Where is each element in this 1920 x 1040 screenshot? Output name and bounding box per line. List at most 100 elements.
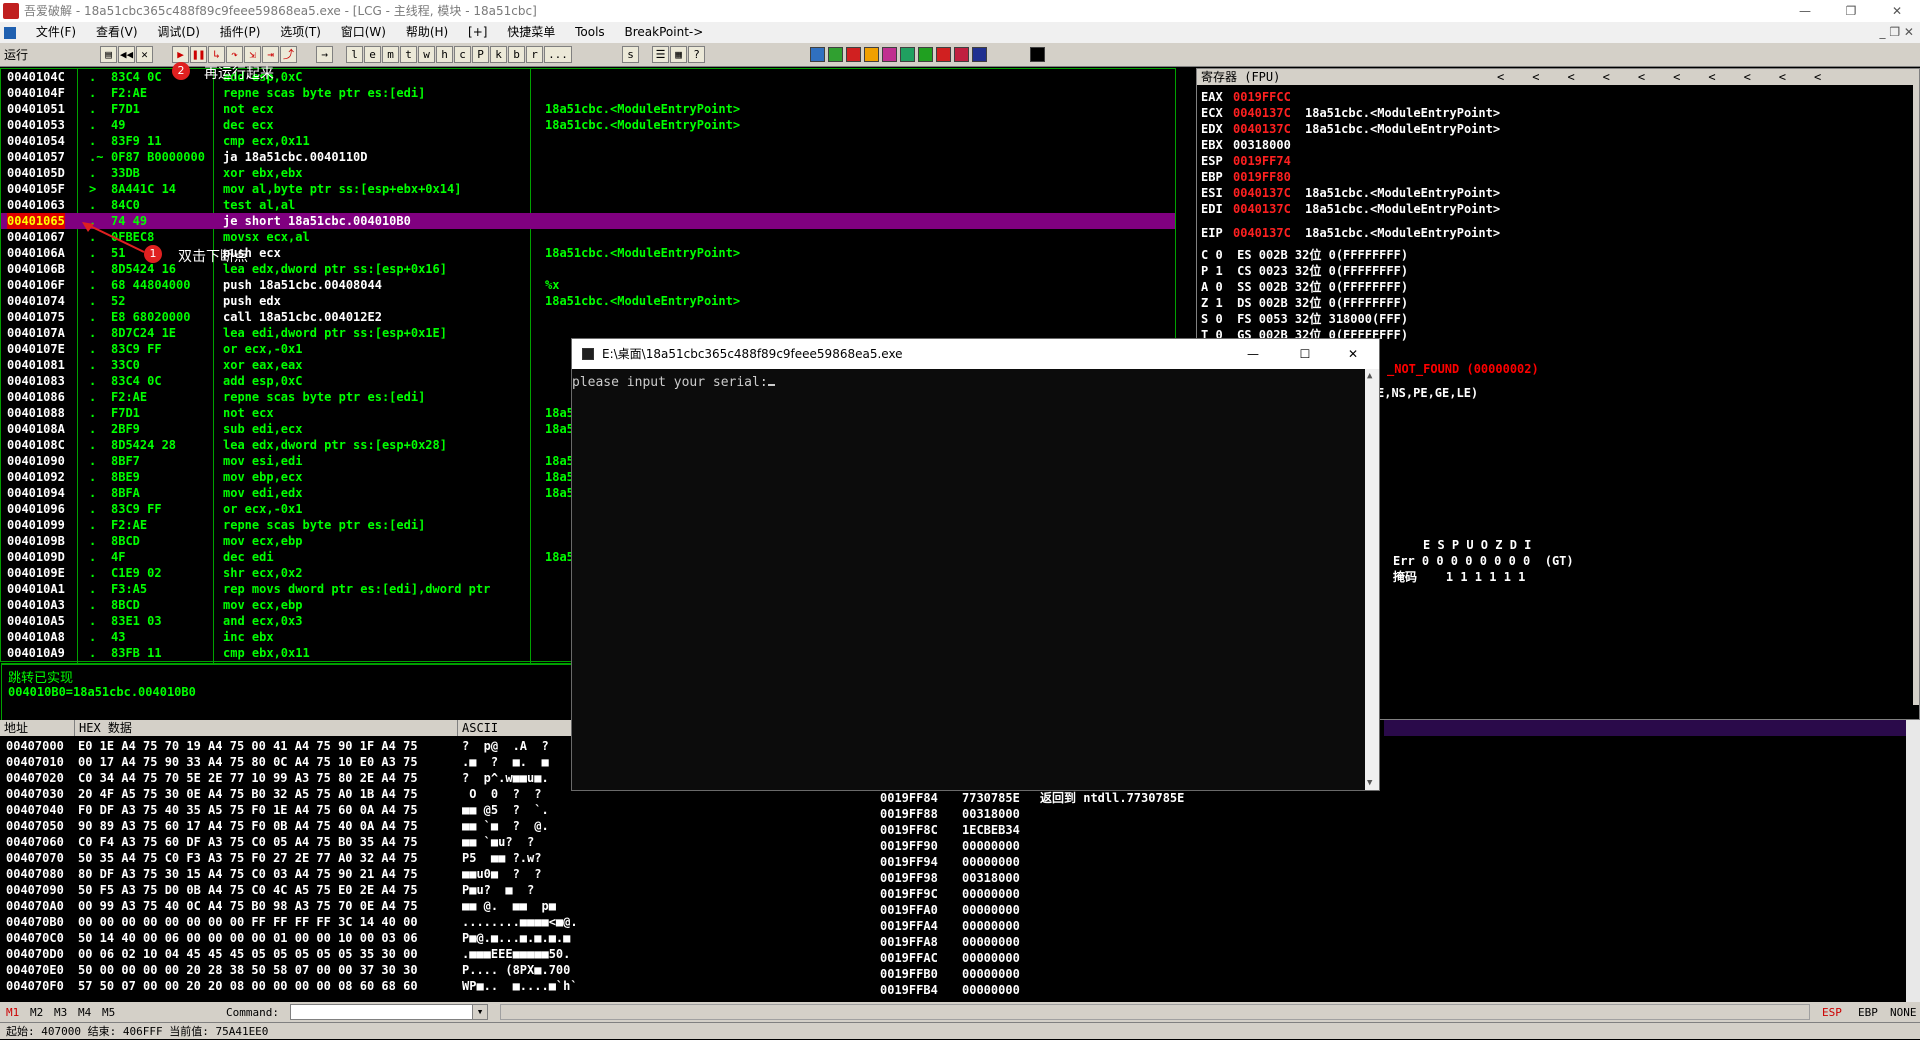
- references-button[interactable]: r: [526, 46, 543, 63]
- register-value[interactable]: 0040137C: [1233, 105, 1291, 121]
- dump-hex[interactable]: 50 35 A4 75 C0 F3 A3 75 F0 27 2E 77 A0 3…: [78, 850, 418, 866]
- esp-button[interactable]: ESP: [1822, 1006, 1842, 1019]
- mdi-controls[interactable]: _ ❐ ✕: [1880, 22, 1914, 43]
- menu-breakpoint[interactable]: BreakPoint->: [617, 22, 712, 43]
- console-maximize-icon[interactable]: ☐: [1285, 339, 1325, 369]
- goto-icon[interactable]: →: [316, 46, 333, 63]
- console-minimize-icon[interactable]: —: [1233, 339, 1273, 369]
- mark-m1[interactable]: M1: [6, 1006, 19, 1019]
- threads-button[interactable]: t: [400, 46, 417, 63]
- menu-debug[interactable]: 调试(D): [149, 22, 208, 43]
- register-value[interactable]: 0019FFCC: [1233, 89, 1291, 105]
- console-window[interactable]: E:\桌面\18a51cbc365c488f89c9feee59868ea5.e…: [571, 338, 1380, 791]
- help-icon[interactable]: ?: [688, 46, 705, 63]
- disassembly-row[interactable]: 0040104F. F2:AE repne scas byte ptr es:[ed…: [1, 85, 1175, 101]
- minimize-icon[interactable]: —: [1782, 0, 1828, 22]
- dump-hex[interactable]: F0 DF A3 75 40 35 A5 75 F0 1E A4 75 60 0…: [78, 802, 418, 818]
- trace-into-icon[interactable]: ⇲: [244, 46, 261, 63]
- none-button[interactable]: NONE: [1890, 1006, 1917, 1019]
- cpu-button[interactable]: c: [454, 46, 471, 63]
- disassembly-row[interactable]: 0040105F >8A441C 14 mov al,byte ptr ss:[es…: [1, 181, 1175, 197]
- command-input[interactable]: [290, 1004, 488, 1020]
- dump-hex[interactable]: 50 00 00 00 00 20 28 38 50 58 07 00 00 3…: [78, 962, 418, 978]
- open-icon[interactable]: ▤: [100, 46, 117, 63]
- dump-hex[interactable]: C0 F4 A3 75 60 DF A3 75 C0 05 A4 75 B0 3…: [78, 834, 418, 850]
- menu-plus[interactable]: [+]: [460, 22, 495, 43]
- memory-map-button[interactable]: m: [382, 46, 399, 63]
- mark-m5[interactable]: M5: [102, 1006, 115, 1019]
- run-icon[interactable]: ▶: [172, 46, 189, 63]
- register-value[interactable]: 0019FF80: [1233, 169, 1291, 185]
- plugin-icon-1[interactable]: [810, 47, 825, 62]
- dump-hex[interactable]: 50 F5 A3 75 D0 0B A4 75 C0 4C A5 75 E0 2…: [78, 882, 418, 898]
- trace-over-icon[interactable]: ⇥: [262, 46, 279, 63]
- chevron-down-icon[interactable]: ▾: [472, 1004, 488, 1020]
- flag-row[interactable]: Z 1 DS 002B 32位 0(FFFFFFFF): [1201, 295, 1408, 311]
- disassembly-row[interactable]: 00401054. 83F9 11 cmp ecx,0x11: [1, 133, 1175, 149]
- menu-plugins[interactable]: 插件(P): [212, 22, 269, 43]
- call-stack-button[interactable]: k: [490, 46, 507, 63]
- dump-hex[interactable]: 57 50 07 00 00 20 20 08 00 00 00 00 08 6…: [78, 978, 418, 994]
- menu-view[interactable]: 查看(V): [88, 22, 146, 43]
- executable-modules-button[interactable]: e: [364, 46, 381, 63]
- list-icon[interactable]: ☰: [652, 46, 669, 63]
- close-file-icon[interactable]: ✕: [136, 46, 153, 63]
- stack-value[interactable]: 00318000: [962, 870, 1020, 886]
- menu-window[interactable]: 窗口(W): [333, 22, 394, 43]
- pause-icon[interactable]: ❚❚: [190, 46, 207, 63]
- disassembly-row[interactable]: 00401063. 84C0 test al,al: [1, 197, 1175, 213]
- maximize-icon[interactable]: ❐: [1828, 0, 1874, 22]
- disassembly-row[interactable]: 00401051. F7D1 not ecx 18a51cbc.<ModuleEntr…: [1, 101, 1175, 117]
- disassembly-row[interactable]: 0040106F. 68 44804000 push 18a51cbc.004080…: [1, 277, 1175, 293]
- ebp-button[interactable]: EBP: [1858, 1006, 1878, 1019]
- plugin-icon-2[interactable]: [828, 47, 843, 62]
- step-into-icon[interactable]: ↳: [208, 46, 225, 63]
- stack-value[interactable]: 7730785E: [962, 790, 1020, 806]
- rewind-icon[interactable]: ◀◀: [118, 46, 135, 63]
- scroll-up-icon[interactable]: ▲: [1367, 371, 1372, 381]
- register-value[interactable]: 0019FF74: [1233, 153, 1291, 169]
- plugin-icon-3[interactable]: [846, 47, 861, 62]
- plugin-icon-6[interactable]: [900, 47, 915, 62]
- registers-scrollbar[interactable]: [1913, 85, 1919, 705]
- flag-row[interactable]: A 0 SS 002B 32位 0(FFFFFFFF): [1201, 279, 1408, 295]
- dump-header-address[interactable]: 地址: [0, 720, 75, 736]
- plugin-icon-4[interactable]: [864, 47, 879, 62]
- menu-options[interactable]: 选项(T): [272, 22, 329, 43]
- menu-file[interactable]: 文件(F): [28, 22, 84, 43]
- disassembly-row[interactable]: 00401074. 52 push edx 18a51cbc.<ModuleEntry…: [1, 293, 1175, 309]
- dump-hex[interactable]: 20 4F A5 75 30 0E A4 75 B0 32 A5 75 A0 1…: [78, 786, 418, 802]
- breakpoints-button[interactable]: b: [508, 46, 525, 63]
- dump-hex[interactable]: E0 1E A4 75 70 19 A4 75 00 41 A4 75 90 1…: [78, 738, 418, 754]
- menu-tools[interactable]: Tools: [567, 22, 613, 43]
- scroll-down-icon[interactable]: ▼: [1367, 778, 1372, 788]
- mark-m4[interactable]: M4: [78, 1006, 91, 1019]
- stack-value[interactable]: 00000000: [962, 966, 1020, 982]
- close-icon[interactable]: ✕: [1874, 0, 1920, 22]
- handles-button[interactable]: h: [436, 46, 453, 63]
- step-over-icon[interactable]: ↷: [226, 46, 243, 63]
- disassembly-row[interactable]: 00401067. 0FBEC8 movsx ecx,al: [1, 229, 1175, 245]
- mark-m3[interactable]: M3: [54, 1006, 67, 1019]
- dump-hex[interactable]: 00 06 02 10 04 45 45 45 05 05 05 05 05 3…: [78, 946, 418, 962]
- disassembly-row[interactable]: 00401075. E8 68020000 call 18a51cbc.004012…: [1, 309, 1175, 325]
- options-icon[interactable]: ▦: [670, 46, 687, 63]
- stack-value[interactable]: 00000000: [962, 838, 1020, 854]
- console-scrollbar[interactable]: ▲ ▼: [1365, 369, 1379, 790]
- console-title-bar[interactable]: E:\桌面\18a51cbc365c488f89c9feee59868ea5.e…: [572, 339, 1379, 369]
- run-trace-button[interactable]: ...: [544, 46, 572, 63]
- stack-value[interactable]: 00318000: [962, 806, 1020, 822]
- menu-help[interactable]: 帮助(H): [398, 22, 456, 43]
- stack-value[interactable]: 00000000: [962, 902, 1020, 918]
- menu-shortcut[interactable]: 快捷菜单: [499, 22, 563, 43]
- dump-hex[interactable]: 80 DF A3 75 30 15 A4 75 C0 03 A4 75 90 2…: [78, 866, 418, 882]
- dump-hex[interactable]: C0 34 A4 75 70 5E 2E 77 10 99 A3 75 80 2…: [78, 770, 418, 786]
- plugin-icon-9[interactable]: [954, 47, 969, 62]
- stack-value[interactable]: 00000000: [962, 918, 1020, 934]
- patches-button[interactable]: P: [472, 46, 489, 63]
- plugin-icon-5[interactable]: [882, 47, 897, 62]
- disassembly-row[interactable]: 00401065. 74 49 je short 18a51cbc.004010B0: [1, 213, 1175, 229]
- stack-scrollbar[interactable]: [1906, 720, 1920, 1002]
- plugin-icon-8[interactable]: [936, 47, 951, 62]
- register-value[interactable]: 0040137C: [1233, 225, 1291, 241]
